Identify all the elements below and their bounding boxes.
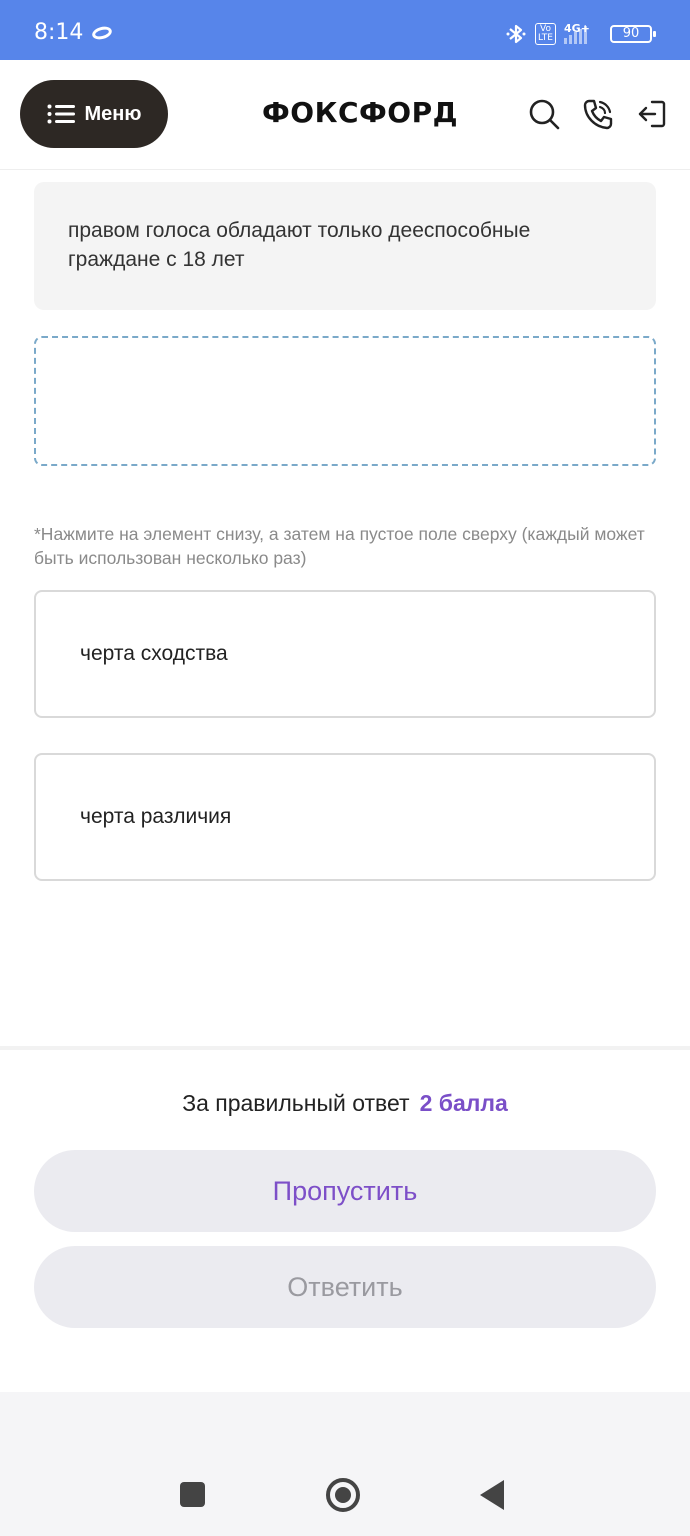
battery-icon: 90 [610, 25, 656, 43]
recent-apps-icon[interactable] [180, 1482, 205, 1507]
status-time: 8:14 [34, 20, 84, 45]
logout-icon[interactable] [636, 98, 668, 130]
option-similarity[interactable]: черта сходства [34, 590, 656, 718]
phone-icon[interactable] [582, 98, 614, 130]
option-difference[interactable]: черта различия [34, 753, 656, 881]
points-info: За правильный ответ 2 балла [0, 1090, 690, 1117]
logo[interactable]: ФОКСФОРД [262, 96, 458, 129]
menu-button[interactable]: Меню [20, 80, 168, 148]
bluetooth-icon [506, 24, 526, 44]
answer-button[interactable]: Ответить [34, 1246, 656, 1328]
answer-drop-zone[interactable] [34, 336, 656, 466]
home-icon[interactable] [326, 1478, 360, 1512]
back-icon[interactable] [480, 1480, 504, 1510]
sync-icon [90, 24, 114, 42]
answer-footer: За правильный ответ 2 балла Пропустить От… [0, 1046, 690, 1392]
app-header: Меню ФОКСФОРД [0, 60, 690, 170]
signal-icon: 4G+ [564, 22, 602, 44]
status-bar: 8:14 Vo LTE 4G+ 90 [0, 0, 690, 60]
system-nav-bar [0, 1392, 690, 1536]
status-icons: Vo LTE 4G+ 90 [505, 22, 656, 46]
search-icon[interactable] [528, 98, 560, 130]
skip-button[interactable]: Пропустить [34, 1150, 656, 1232]
list-menu-icon [47, 104, 75, 124]
volte-icon: Vo LTE [535, 23, 556, 45]
statement-card: правом голоса обладают только дееспособн… [34, 182, 656, 310]
points-text: За правильный ответ [182, 1090, 410, 1116]
instruction-hint: *Нажмите на элемент снизу, а затем на пу… [34, 524, 645, 568]
menu-label: Меню [84, 102, 142, 125]
points-value: 2 балла [419, 1090, 508, 1116]
